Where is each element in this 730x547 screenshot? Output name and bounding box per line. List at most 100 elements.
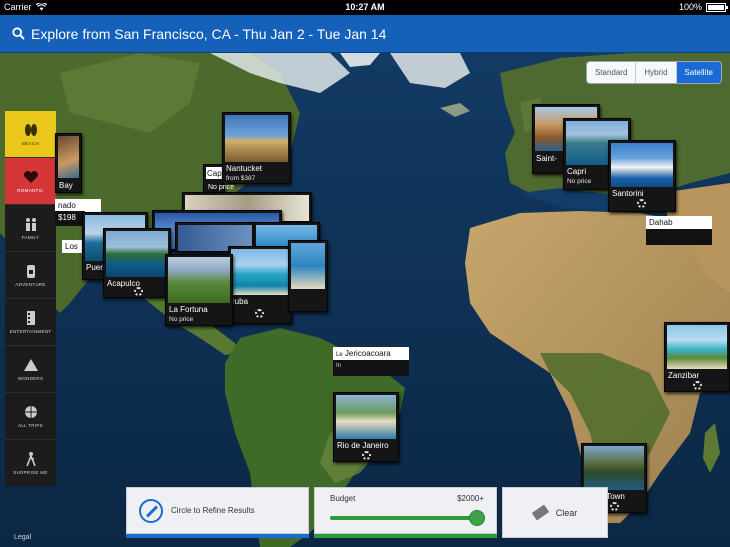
explore-search-bar[interactable]: Explore from San Francisco, CA - Thu Jan… — [0, 15, 730, 53]
destination-price: No price — [169, 316, 194, 323]
category-wonders[interactable]: WONDERS — [5, 346, 56, 393]
category-label: SURPRISE ME — [13, 470, 48, 475]
status-right: 100% — [678, 2, 728, 12]
destination-photo — [611, 143, 673, 187]
heart-icon — [23, 170, 38, 183]
category-adventure[interactable]: ADVENTURE — [5, 252, 56, 299]
destination-photo — [291, 243, 325, 289]
eraser-icon — [531, 504, 549, 521]
destination-card-rio[interactable]: Rio de Janeiro — [333, 392, 399, 462]
destination-card-stack-5[interactable] — [288, 240, 328, 312]
destination-photo — [168, 257, 230, 303]
budget-underline — [314, 534, 497, 538]
destination-name: La Fortuna — [169, 305, 208, 314]
category-label: ADVENTURE — [15, 281, 46, 287]
destination-label-jericoacoara[interactable]: Le Jericoacoara — [333, 347, 409, 360]
category-label: WONDERS — [17, 375, 44, 381]
destination-strip-dahab[interactable] — [646, 229, 712, 245]
map-type-control: Standard Hybrid Satellite — [585, 61, 722, 84]
category-romantic[interactable]: ROMANTIC — [5, 158, 56, 205]
category-beach[interactable]: BEACH — [5, 111, 56, 158]
destination-card-santorini[interactable]: Santorini — [608, 140, 676, 212]
destination-card-acapulco[interactable]: Acapulco — [103, 228, 171, 298]
category-label: ROMANTIC — [17, 187, 44, 193]
loading-spinner-icon — [134, 287, 143, 296]
loading-spinner-icon — [255, 309, 264, 318]
destination-photo — [667, 325, 727, 369]
map-type-satellite[interactable]: Satellite — [675, 62, 721, 83]
category-surprise-me[interactable]: SURPRISE ME — [5, 440, 56, 487]
clear-button[interactable]: Clear — [502, 487, 608, 538]
map-type-standard[interactable]: Standard — [587, 62, 635, 83]
destination-name: Jericoacoara — [344, 349, 391, 358]
search-text: Explore from San Francisco, CA - Thu Jan… — [31, 25, 387, 42]
clear-label: Clear — [555, 507, 578, 518]
destination-card-la-fortuna[interactable]: La Fortuna No price — [165, 254, 233, 326]
globe-icon — [24, 405, 37, 418]
category-all-trips[interactable]: ALL TRIPS — [5, 393, 56, 440]
pen-circle-icon — [139, 498, 163, 523]
loading-spinner-icon — [362, 451, 371, 460]
battery-fill — [708, 4, 724, 10]
destination-prefix: Le — [336, 352, 343, 358]
destination-label-dahab[interactable]: Dahab — [646, 216, 712, 229]
loading-spinner-icon — [610, 502, 619, 511]
destination-strip-198[interactable]: $198 — [55, 211, 85, 226]
destination-price: $198 — [58, 213, 76, 222]
loading-spinner-icon — [693, 381, 702, 390]
destination-card-zanzibar[interactable]: Zanzibar — [664, 322, 730, 392]
app-screen: Carrier 10:27 AM 100% Explore from San F… — [0, 0, 730, 547]
circle-to-refine-label: Circle to Refine Results — [171, 506, 255, 515]
status-bar: Carrier 10:27 AM 100% — [0, 0, 730, 15]
destination-name: Acapulco — [107, 279, 140, 288]
destination-name: Capri — [567, 167, 587, 176]
circle-to-refine-underline — [126, 534, 309, 538]
destination-card-aruba[interactable]: ruba — [228, 246, 292, 324]
budget-slider[interactable] — [330, 510, 486, 526]
destination-name: Cap — [207, 169, 222, 178]
destination-photo — [584, 446, 644, 490]
backpack-icon — [26, 264, 35, 278]
destination-price: No price — [567, 178, 592, 185]
category-label: ALL TRIPS — [18, 422, 43, 428]
film-strip-icon — [26, 310, 35, 325]
destination-card-bay[interactable]: Bay — [55, 133, 82, 193]
map-type-hybrid[interactable]: Hybrid — [635, 62, 675, 83]
destination-name: Bay — [59, 181, 73, 190]
budget-slider-fill — [330, 516, 478, 520]
category-label: ENTERTAINMENT — [9, 328, 52, 334]
destination-name: Santorini — [612, 189, 644, 198]
budget-panel: Budget $2000+ — [314, 487, 497, 534]
destination-name: Zanzibar — [668, 371, 700, 380]
category-entertainment[interactable]: ENTERTAINMENT — [5, 299, 56, 346]
destination-strip-jericoacoara[interactable]: In — [333, 360, 409, 376]
status-time: 10:27 AM — [345, 2, 385, 12]
destination-photo — [231, 249, 289, 295]
destination-name: Puer — [86, 263, 103, 272]
category-label: BEACH — [21, 140, 39, 146]
budget-value: $2000+ — [457, 494, 484, 503]
destination-no-price: No price — [208, 184, 235, 191]
destination-photo — [336, 395, 396, 439]
destination-name: Rio de Janeiro — [337, 441, 389, 450]
budget-label: Budget — [330, 494, 356, 503]
search-icon — [12, 27, 25, 40]
category-label: FAMILY — [21, 234, 40, 240]
destination-price: from $387 — [226, 175, 256, 182]
destination-card-nantucket[interactable]: Nantucket from $387 — [222, 112, 291, 184]
loading-spinner-icon — [637, 199, 646, 208]
family-icon — [25, 217, 36, 231]
destination-photo — [58, 136, 79, 178]
hiker-icon — [25, 452, 36, 466]
destination-name: ruba — [232, 297, 249, 306]
battery-percent: 100% — [678, 2, 702, 12]
destination-photo — [106, 231, 168, 277]
map-legal-link[interactable]: Legal — [14, 534, 31, 541]
circle-to-refine-button[interactable]: Circle to Refine Results — [126, 487, 309, 534]
budget-slider-knob[interactable] — [469, 510, 486, 526]
pyramid-icon — [23, 358, 38, 371]
destination-suffix: In — [336, 363, 342, 369]
flip-flops-icon — [24, 123, 37, 136]
category-family[interactable]: FAMILY — [5, 205, 56, 252]
battery-icon — [706, 2, 728, 12]
